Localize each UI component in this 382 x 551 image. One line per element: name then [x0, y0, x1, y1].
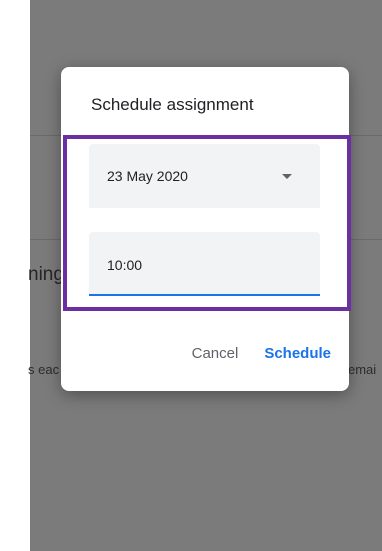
schedule-button[interactable]: Schedule [264, 345, 331, 362]
date-value: 23 May 2020 [107, 168, 188, 184]
background-text: emai [348, 362, 377, 377]
date-select[interactable]: 23 May 2020 [89, 144, 320, 208]
schedule-dialog: Schedule assignment 23 May 2020 10:00 Ca… [61, 67, 351, 391]
screen: ning s eac emai Schedule assignment 23 M… [0, 0, 382, 551]
background-text: s eac [28, 362, 60, 377]
background-heading: ning [28, 264, 64, 285]
dialog-title: Schedule assignment [91, 95, 254, 114]
dropdown-arrow-icon [282, 174, 292, 179]
dialog-actions: Cancel Schedule [192, 345, 331, 362]
time-input[interactable]: 10:00 [89, 232, 320, 296]
left-margin [0, 0, 30, 551]
cancel-button[interactable]: Cancel [192, 345, 239, 362]
time-value: 10:00 [107, 257, 143, 273]
